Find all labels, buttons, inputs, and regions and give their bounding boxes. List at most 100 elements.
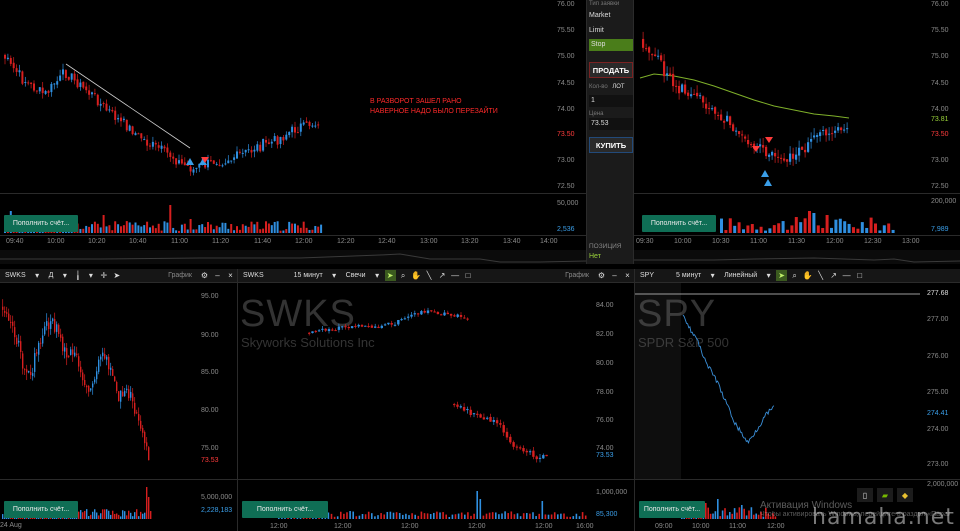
volume-bar	[479, 499, 482, 519]
candle	[259, 141, 262, 153]
volume-tick: 50,000	[557, 200, 579, 207]
volume-bar	[737, 222, 741, 233]
volume-bar	[445, 514, 447, 519]
chevron-down-icon[interactable]: ▾	[763, 270, 774, 281]
chevron-down-icon[interactable]: ▾	[329, 270, 340, 281]
candle	[443, 309, 446, 317]
buy-button[interactable]: КУПИТЬ	[589, 137, 633, 153]
navigator-strip[interactable]	[634, 250, 960, 264]
chevron-down-icon[interactable]: ▾	[85, 270, 96, 281]
order-type-stop[interactable]: Stop	[589, 39, 633, 51]
volume-bar	[790, 225, 794, 233]
period-selector[interactable]: Д	[44, 269, 59, 282]
candle	[831, 126, 834, 142]
symbol-selector[interactable]: SWKS	[0, 269, 31, 282]
candle	[111, 106, 114, 113]
battery-icon[interactable]: ▯	[857, 488, 873, 502]
chevron-down-icon[interactable]: ▾	[707, 270, 718, 281]
bottom-left-chart[interactable]: SWKS ▾ Д ▾ ╽ ▾ ✛ ➤ График ⚙ – × 95.00 90…	[0, 269, 237, 531]
candle	[512, 440, 515, 450]
volume-bar	[114, 513, 116, 519]
top-left-chart[interactable]: 76.00 75.50 75.00 74.50 74.00 73.50 73.0…	[0, 0, 586, 264]
hand-icon[interactable]: ✋	[802, 270, 813, 281]
bottom-right-price-plot	[635, 293, 920, 444]
deposit-button[interactable]: Пополнить счёт...	[642, 215, 716, 232]
deposit-button[interactable]: Пополнить счёт...	[4, 501, 78, 518]
zoom-icon[interactable]: ⌕	[789, 270, 800, 281]
gpu-icon[interactable]: ▰	[877, 488, 893, 502]
qty-input[interactable]: 1	[589, 95, 633, 107]
period-selector[interactable]: 15 минут	[289, 269, 328, 282]
volume-bar	[392, 512, 395, 519]
minimize-icon[interactable]: –	[609, 270, 620, 281]
volume-bar	[79, 228, 82, 233]
cursor-icon[interactable]: ➤	[776, 270, 788, 281]
candle	[38, 340, 40, 362]
deposit-button[interactable]: Пополнить счёт...	[242, 501, 328, 518]
period-selector[interactable]: 5 минут	[671, 269, 706, 282]
volume-bar	[395, 512, 398, 519]
price-input[interactable]: 73.53	[589, 118, 633, 130]
trade-note: В РАЗВОРОТ ЗАШЕЛ РАНО НАВЕРНОЕ НАДО БЫЛО…	[370, 98, 498, 115]
shield-icon[interactable]: ◆	[897, 488, 913, 502]
price-tick: 84.00	[596, 302, 614, 309]
hline-tool-icon[interactable]: —	[450, 270, 461, 281]
candle	[482, 413, 486, 420]
arrow-tool-icon[interactable]: ↗	[437, 270, 448, 281]
rect-tool-icon[interactable]: □	[463, 270, 474, 281]
chart-tab-label[interactable]: График	[559, 272, 595, 279]
candle	[227, 155, 230, 164]
bottom-right-chart[interactable]: SPY 5 минут ▾ Линейный ▾ ➤ ⌕ ✋ ╲ ↗ — □ S…	[635, 269, 960, 531]
style-selector[interactable]: Линейный	[719, 269, 762, 282]
crosshair-icon[interactable]: ✛	[98, 270, 109, 281]
volume-last: 85,300	[596, 511, 618, 518]
price-label: Цена	[589, 111, 604, 117]
bottom-mid-chart[interactable]: SWKS 15 минут ▾ Свечи ▾ ➤ ⌕ ✋ ╲ ↗ — □ Гр…	[238, 269, 634, 531]
volume-bar	[132, 516, 134, 519]
candle	[801, 146, 804, 150]
deposit-button[interactable]: Пополнить счёт...	[639, 501, 705, 518]
hand-icon[interactable]: ✋	[411, 270, 422, 281]
volume-bar	[151, 225, 154, 233]
top-left-volume-plot	[4, 205, 323, 233]
candle	[82, 81, 85, 90]
candle	[56, 321, 58, 338]
minimize-icon[interactable]: –	[212, 270, 223, 281]
sell-button[interactable]: ПРОДАТЬ	[589, 62, 633, 78]
chevron-down-icon[interactable]: ▾	[59, 270, 70, 281]
trendline	[65, 63, 191, 149]
close-icon[interactable]: ×	[622, 270, 633, 281]
chart-tab-label[interactable]: График	[162, 272, 198, 279]
hline-tool-icon[interactable]: —	[841, 270, 852, 281]
volume-bar	[856, 228, 860, 233]
cursor-icon[interactable]: ➤	[111, 270, 122, 281]
candle	[178, 154, 180, 165]
close-icon[interactable]: ×	[225, 270, 236, 281]
symbol-selector[interactable]: SPY	[635, 269, 659, 282]
volume-bar	[198, 225, 201, 233]
style-selector[interactable]: Свечи	[341, 269, 371, 282]
rect-tool-icon[interactable]: □	[854, 270, 865, 281]
time-tick: 09:30	[636, 238, 654, 245]
chevron-down-icon[interactable]: ▾	[32, 270, 43, 281]
candle	[137, 132, 140, 135]
candles-icon[interactable]: ╽	[72, 270, 83, 281]
volume-bar	[279, 230, 282, 233]
symbol-selector[interactable]: SWKS	[238, 269, 269, 282]
candle	[387, 322, 390, 326]
gear-icon[interactable]: ⚙	[596, 270, 607, 281]
line-tool-icon[interactable]: ╲	[815, 270, 826, 281]
candle	[66, 343, 68, 366]
cursor-icon[interactable]: ➤	[384, 270, 396, 281]
top-right-chart[interactable]: 76.00 75.50 75.00 74.50 74.00 73.81 73.5…	[634, 0, 960, 264]
deposit-button[interactable]: Пополнить счёт...	[4, 215, 78, 232]
line-tool-icon[interactable]: ╲	[424, 270, 435, 281]
zoom-icon[interactable]: ⌕	[398, 270, 409, 281]
order-type-market[interactable]: Market	[589, 12, 633, 19]
order-type-limit[interactable]: Limit	[589, 27, 633, 34]
candle	[738, 130, 741, 138]
gear-icon[interactable]: ⚙	[199, 270, 210, 281]
chevron-down-icon[interactable]: ▾	[372, 270, 383, 281]
arrow-tool-icon[interactable]: ↗	[828, 270, 839, 281]
navigator-strip[interactable]	[0, 250, 586, 264]
